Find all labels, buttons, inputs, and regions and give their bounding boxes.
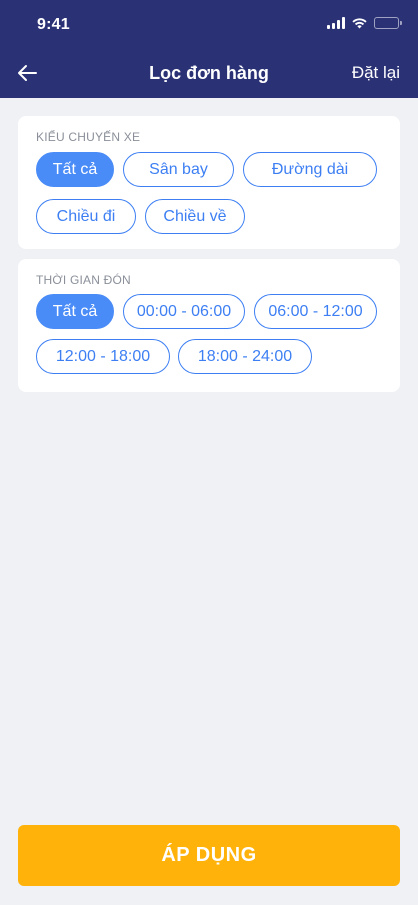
status-time: 9:41 xyxy=(37,16,70,33)
chip-time-06-12[interactable]: 06:00 - 12:00 xyxy=(254,294,377,329)
chip-time-18-24[interactable]: 18:00 - 24:00 xyxy=(178,339,312,374)
wifi-icon xyxy=(352,18,367,29)
vehicle-type-card: KIỂU CHUYẾN XE Tất cả Sân bay Đường dài … xyxy=(18,116,400,249)
nav-bar: Lọc đơn hàng Đặt lại xyxy=(0,50,418,98)
battery-icon xyxy=(374,17,402,29)
vehicle-type-label: KIỂU CHUYẾN XE xyxy=(36,130,141,144)
chip-time-00-06[interactable]: 00:00 - 06:00 xyxy=(123,294,245,329)
chip-vehicle-outbound[interactable]: Chiều đi xyxy=(36,199,136,234)
signal-icon xyxy=(327,17,345,29)
pickup-time-card: THỜI GIAN ĐÓN Tất cả 00:00 - 06:00 06:00… xyxy=(18,259,400,392)
chip-vehicle-return[interactable]: Chiều về xyxy=(145,199,245,234)
status-bar: 9:41 xyxy=(0,0,418,50)
chip-time-all[interactable]: Tất cả xyxy=(36,294,114,329)
status-icons xyxy=(327,17,402,29)
chip-time-12-18[interactable]: 12:00 - 18:00 xyxy=(36,339,170,374)
app-header: 9:41 Lọc đơn hàng Đặt lại xyxy=(0,0,418,98)
reset-button[interactable]: Đặt lại xyxy=(352,63,400,83)
chip-vehicle-all[interactable]: Tất cả xyxy=(36,152,114,187)
chip-vehicle-long-distance[interactable]: Đường dài xyxy=(243,152,377,187)
pickup-time-label: THỜI GIAN ĐÓN xyxy=(36,273,131,287)
chip-vehicle-airport[interactable]: Sân bay xyxy=(123,152,234,187)
apply-button[interactable]: ÁP DỤNG xyxy=(18,825,400,886)
